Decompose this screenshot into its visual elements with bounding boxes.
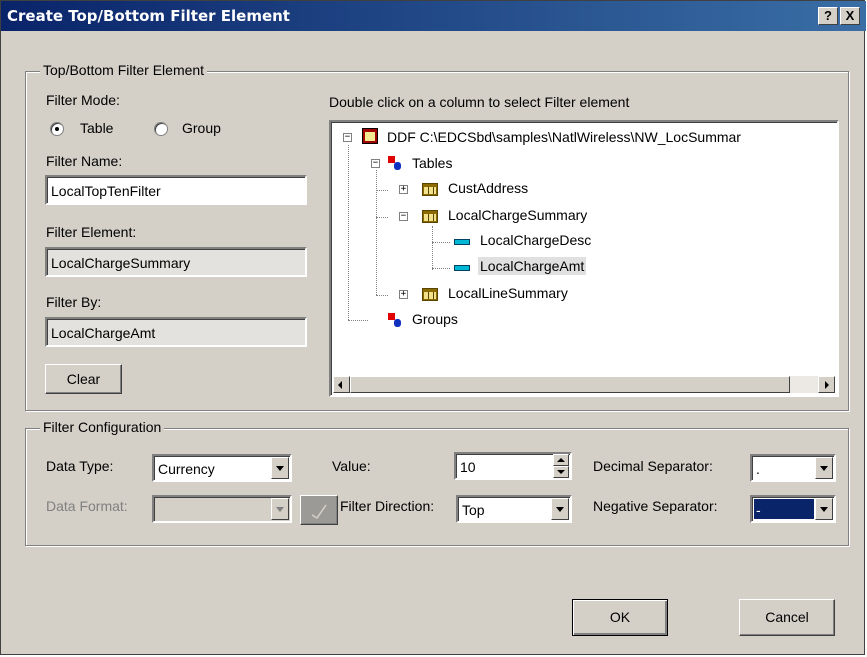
root-collapse-toggle[interactable]: − (343, 133, 352, 142)
tree-column-localchargeamt-selected[interactable]: LocalChargeAmt (478, 257, 587, 275)
chevron-down-icon[interactable] (815, 457, 833, 479)
mode-table-label[interactable]: Table (80, 120, 113, 136)
tables-folder-icon (388, 156, 402, 170)
locallinesummary-expand-toggle[interactable]: + (399, 290, 408, 299)
chevron-down-icon[interactable] (271, 457, 289, 479)
format-picker-button[interactable] (300, 495, 338, 525)
value-spinner[interactable]: 10 (454, 452, 572, 480)
data-type-select[interactable]: Currency (152, 454, 292, 482)
filter-element-label: Filter Element: (46, 224, 137, 240)
filter-by-field: LocalChargeAmt (45, 317, 307, 347)
tree-root-label[interactable]: DDF C:\EDCSbd\samples\NatlWireless\NW_Lo… (387, 129, 741, 145)
data-type-value: Currency (158, 461, 215, 477)
help-button[interactable]: ? (818, 7, 838, 25)
ddf-file-icon (362, 128, 378, 144)
filter-name-input[interactable]: LocalTopTenFilter (45, 175, 307, 205)
filter-direction-label: Filter Direction: (340, 498, 435, 514)
chevron-down-icon[interactable] (551, 498, 569, 520)
ok-button[interactable]: OK (572, 599, 668, 636)
value-spinner-value: 10 (460, 459, 476, 475)
filter-configuration-legend: Filter Configuration (40, 419, 165, 435)
filter-configuration-group (25, 428, 849, 546)
filter-direction-value: Top (462, 502, 485, 518)
schema-tree[interactable]: − DDF C:\EDCSbd\samples\NatlWireless\NW_… (329, 120, 839, 397)
tree-instruction: Double click on a column to select Filte… (329, 94, 630, 110)
clear-button[interactable]: Clear (45, 364, 122, 394)
negative-separator-value: - (756, 502, 761, 518)
spin-down-icon[interactable] (553, 466, 569, 478)
scroll-right-arrow-icon[interactable] (818, 376, 835, 393)
data-format-label: Data Format: (46, 498, 128, 514)
filter-name-label: Filter Name: (46, 153, 123, 169)
mode-group-radio[interactable] (154, 122, 168, 136)
tree-table-custaddress[interactable]: CustAddress (448, 180, 528, 196)
create-filter-dialog: Create Top/Bottom Filter Element ? X Top… (0, 0, 866, 655)
filter-element-group-legend: Top/Bottom Filter Element (40, 62, 208, 78)
scrollbar-thumb[interactable] (350, 376, 790, 393)
chevron-down-icon (271, 498, 289, 520)
decimal-separator-value: . (756, 461, 760, 477)
mode-group-label[interactable]: Group (182, 120, 221, 136)
tree-groups-label[interactable]: Groups (412, 311, 458, 327)
table-icon (422, 288, 438, 301)
filter-mode-label: Filter Mode: (46, 92, 120, 108)
chevron-down-icon[interactable] (815, 498, 833, 520)
filter-direction-select[interactable]: Top (456, 495, 572, 523)
data-format-select (152, 495, 292, 523)
spin-up-icon[interactable] (553, 454, 569, 466)
custaddress-expand-toggle[interactable]: + (399, 185, 408, 194)
tree-table-locallinesummary[interactable]: LocalLineSummary (448, 285, 568, 301)
cancel-button[interactable]: Cancel (739, 599, 835, 636)
decimal-separator-select[interactable]: . (750, 454, 836, 482)
negative-separator-label: Negative Separator: (593, 498, 718, 514)
title-bar[interactable]: Create Top/Bottom Filter Element ? X (1, 1, 866, 31)
data-type-label: Data Type: (46, 458, 114, 474)
tree-table-localchargesummary[interactable]: LocalChargeSummary (448, 207, 587, 223)
groups-folder-icon (388, 313, 402, 327)
tables-collapse-toggle[interactable]: − (371, 159, 380, 168)
column-icon (454, 265, 470, 271)
filter-element-field: LocalChargeSummary (45, 247, 307, 277)
filter-by-label: Filter By: (46, 294, 102, 310)
dialog-title: Create Top/Bottom Filter Element (7, 7, 290, 25)
decimal-separator-label: Decimal Separator: (593, 458, 713, 474)
localchargesummary-collapse-toggle[interactable]: − (399, 212, 408, 221)
tree-column-localchargedesc[interactable]: LocalChargeDesc (480, 232, 591, 248)
tree-tables-label[interactable]: Tables (412, 155, 452, 171)
scroll-left-arrow-icon[interactable] (333, 376, 350, 393)
checkmark-icon (311, 504, 327, 520)
tree-horizontal-scrollbar[interactable] (333, 376, 835, 393)
value-label: Value: (332, 458, 371, 474)
negative-separator-select[interactable]: - (750, 495, 836, 523)
close-button[interactable]: X (840, 7, 860, 25)
table-icon (422, 183, 438, 196)
column-icon (454, 239, 470, 245)
mode-table-radio[interactable] (50, 122, 64, 136)
table-icon (422, 210, 438, 223)
